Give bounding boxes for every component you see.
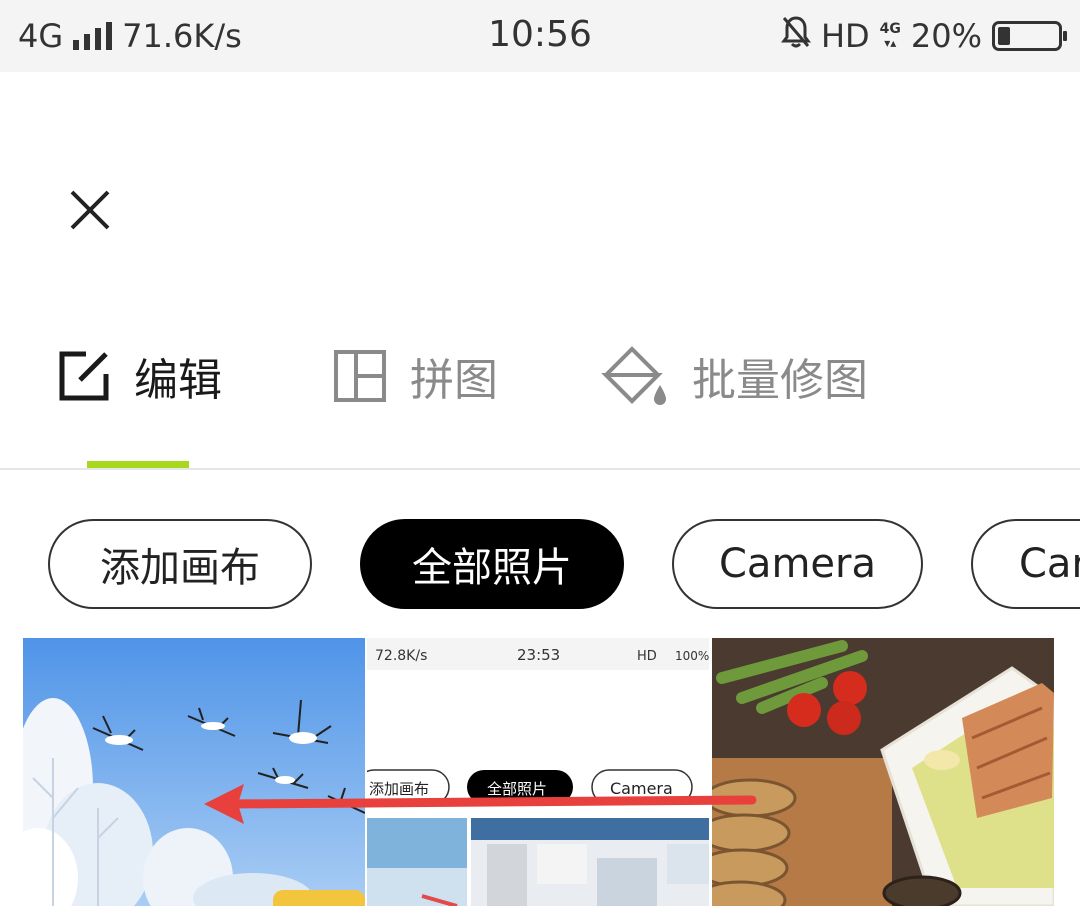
- chip-add-canvas[interactable]: 添加画布: [48, 519, 312, 609]
- status-right: HD 4G ▾▴ 20%: [780, 14, 1067, 58]
- chip-camera[interactable]: Camera: [672, 519, 923, 609]
- photo-thumbnail-food[interactable]: [712, 638, 1054, 906]
- chip-car[interactable]: Car: [971, 519, 1080, 609]
- status-bar: 4G 71.6K/s 10:56 HD 4G ▾▴ 20%: [0, 0, 1080, 72]
- close-icon: [70, 190, 110, 230]
- tab-collage[interactable]: 拼图: [332, 340, 498, 412]
- close-button[interactable]: [62, 182, 118, 238]
- chip-all-photos[interactable]: 全部照片: [360, 519, 624, 609]
- edit-icon: [56, 348, 112, 404]
- tab-collage-label: 拼图: [410, 355, 498, 406]
- inner-speed: 72.8K/s: [375, 648, 427, 664]
- tab-edit-label: 编辑: [134, 355, 222, 406]
- tab-batch-edit-label: 批量修图: [692, 355, 868, 406]
- inner-status: HD: [637, 649, 657, 664]
- battery-percent: 20%: [910, 17, 982, 55]
- collage-icon: [332, 348, 388, 404]
- photo-thumbnail-screenshot[interactable]: 72.8K/s 23:53 HD 100% 添加画布 全部照片 Camera: [367, 638, 709, 906]
- bell-muted-icon: [780, 15, 811, 57]
- tab-edit[interactable]: 编辑: [56, 340, 222, 412]
- battery-icon: [992, 21, 1067, 51]
- hd-label: HD: [820, 17, 870, 55]
- red-arrow-annotation: [200, 780, 760, 830]
- net-badge: 4G ▾▴: [879, 21, 901, 50]
- inner-battery: 100%: [675, 649, 709, 663]
- tab-batch-edit[interactable]: 批量修图: [600, 340, 868, 412]
- tabs-divider: [0, 468, 1080, 470]
- inner-time: 23:53: [517, 646, 560, 664]
- batch-edit-icon: [600, 345, 670, 407]
- photo-thumbnail-cranes[interactable]: [23, 638, 365, 906]
